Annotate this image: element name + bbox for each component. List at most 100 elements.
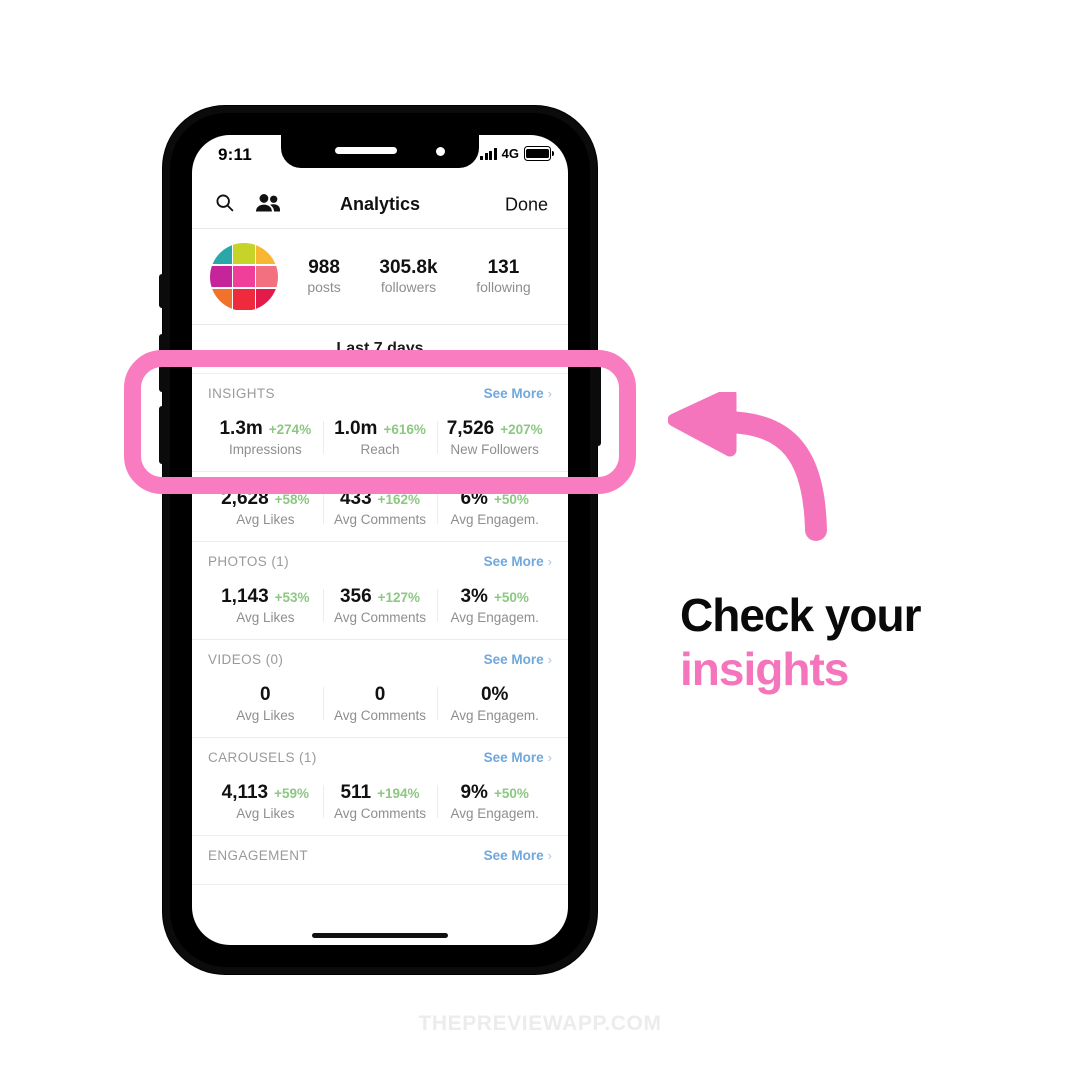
see-more-link-insights[interactable]: See More ›: [484, 386, 552, 401]
metric-delta: +59%: [274, 786, 310, 801]
period-selector[interactable]: Last 7 days: [192, 325, 568, 374]
metric-insights-1: 1.0m +616% Reach: [322, 418, 438, 457]
section-header-videos: VIDEOS (0) See More ›: [208, 640, 552, 678]
avatar-cell-5: [256, 265, 278, 288]
chevron-right-icon: ›: [547, 749, 552, 765]
see-more-label: See More: [483, 749, 544, 765]
section-photos: PHOTOS (1) See More › 1,143 +53% Avg Likes 356…: [192, 542, 568, 640]
metric-value: 0: [374, 684, 386, 705]
see-more-link-engagement[interactable]: See More ›: [484, 848, 552, 863]
metric-delta: +162%: [377, 492, 421, 507]
section-title: CAROUSELS (1): [208, 749, 317, 765]
section-insights: INSIGHTS See More › 1.3m +274% Impressions 1.0…: [192, 374, 568, 472]
phone-volume-down-button[interactable]: [159, 406, 165, 464]
metric-value: 511: [340, 782, 372, 803]
section-title: PHOTOS (1): [208, 553, 290, 569]
metric-videos-1: 0 Avg Comments: [322, 684, 438, 723]
metric-top: 0%: [441, 684, 548, 706]
profile-stat-label: posts: [307, 278, 341, 295]
section-header-photos: PHOTOS (1) See More ›: [208, 542, 552, 580]
metric-delta: +207%: [500, 422, 543, 437]
metric-label: Avg Likes: [236, 708, 295, 723]
metric-photos-2: 3% +50% Avg Engagem.: [437, 586, 552, 625]
see-more-label: See More: [483, 385, 544, 401]
metric-top: 433 +162%: [327, 488, 434, 510]
metric-label: Avg Comments: [333, 708, 427, 723]
see-more-label: See More: [483, 651, 544, 667]
profile-stat-value: 305.8k: [379, 256, 438, 278]
metric-row-photos: 1,143 +53% Avg Likes 356 +127% Avg Comments 3%…: [208, 580, 552, 629]
section-header-insights: INSIGHTS See More ›: [208, 374, 552, 412]
metric-label: Avg Comments: [333, 610, 427, 625]
section-header-engagement: ENGAGEMENT See More ›: [208, 836, 552, 874]
metric-value: 0: [260, 684, 271, 705]
metric-label: Avg Likes: [236, 610, 295, 625]
profile-summary: 988 posts 305.8k followers 131 following: [192, 229, 568, 325]
metric-label: Reach: [360, 442, 400, 457]
metric-videos-2: 0% Avg Engagem.: [437, 684, 552, 723]
analytics-sections: INSIGHTS See More › 1.3m +274% Impressions 1.0…: [192, 374, 568, 885]
status-time: 9:11: [218, 145, 252, 164]
metric-label: Avg Engagem.: [450, 806, 539, 821]
metric-top: 0: [212, 684, 319, 706]
metric-delta: +50%: [493, 590, 529, 605]
section-title: ENGAGEMENT: [208, 847, 309, 863]
see-more-link-videos[interactable]: See More ›: [484, 652, 552, 667]
front-camera: [436, 147, 445, 156]
metric-value: 1.3m: [219, 418, 263, 439]
metric-top: 3% +50%: [441, 586, 548, 608]
metric-value: 2,628: [221, 488, 269, 509]
caption-block: Check your insights: [680, 588, 1020, 697]
phone-mute-switch[interactable]: [159, 274, 165, 308]
chevron-right-icon: ›: [547, 651, 552, 667]
metric-top: 1,143 +53%: [212, 586, 319, 608]
avatar-cell-6: [210, 288, 232, 311]
earpiece-speaker: [335, 147, 397, 154]
profile-stats: 988 posts 305.8k followers 131 following: [278, 257, 550, 296]
metric-top: 9% +50%: [441, 782, 548, 804]
metric-row-overall-averages: 2,628 +58% Avg Likes 433 +162% Avg Comments 6%…: [208, 482, 552, 531]
metric-label: Avg Comments: [333, 512, 427, 527]
metric-top: 6% +50%: [441, 488, 548, 510]
profile-stat-followers[interactable]: 305.8k followers: [379, 257, 437, 296]
metric-photos-0: 1,143 +53% Avg Likes: [208, 586, 323, 625]
status-right-cluster: 4G: [480, 146, 554, 161]
curved-arrow-icon: [667, 387, 848, 542]
see-more-link-carousels[interactable]: See More ›: [484, 750, 552, 765]
metric-label: Avg Likes: [236, 512, 295, 527]
metric-delta: +53%: [274, 590, 310, 605]
metric-label: New Followers: [450, 442, 539, 457]
section-overall-averages: 2,628 +58% Avg Likes 433 +162% Avg Comments 6%…: [192, 472, 568, 542]
metric-value: 7,526: [446, 418, 495, 439]
metric-label: Avg Comments: [333, 806, 427, 821]
see-more-label: See More: [483, 553, 544, 569]
metric-top: 356 +127%: [327, 586, 434, 608]
metric-top: 7,526 +207%: [441, 418, 548, 440]
metric-value: 356: [339, 586, 372, 607]
home-indicator[interactable]: [312, 933, 448, 938]
metric-insights-0: 1.3m +274% Impressions: [208, 418, 323, 457]
profile-stat-following[interactable]: 131 following: [476, 257, 530, 296]
metric-value: 6%: [460, 488, 488, 509]
see-more-link-photos[interactable]: See More ›: [484, 554, 552, 569]
metric-overall-averages-2: 6% +50% Avg Engagem.: [437, 488, 552, 527]
avatar-cell-0: [210, 242, 232, 265]
metric-delta: +50%: [493, 786, 529, 801]
battery-full-icon: [524, 146, 554, 161]
section-header-carousels: CAROUSELS (1) See More ›: [208, 738, 552, 776]
profile-stat-posts[interactable]: 988 posts: [307, 257, 340, 296]
phone-volume-up-button[interactable]: [159, 334, 165, 392]
canvas: 9:11 4G Analytics Done 988 posts 305.8k …: [0, 0, 1080, 1080]
metric-delta: +274%: [268, 422, 312, 437]
done-button[interactable]: Done: [505, 194, 548, 215]
metric-value: 4,113: [221, 782, 269, 803]
section-title: VIDEOS (0): [208, 651, 284, 667]
metric-value: 1,143: [221, 586, 269, 607]
section-engagement: ENGAGEMENT See More ›: [192, 836, 568, 885]
metric-carousels-0: 4,113 +59% Avg Likes: [208, 782, 323, 821]
metric-label: Avg Engagem.: [450, 610, 539, 625]
phone-power-button[interactable]: [595, 354, 601, 446]
metric-top: 0: [327, 684, 434, 706]
profile-stat-value: 988: [308, 256, 340, 278]
profile-avatar-grid[interactable]: [210, 242, 278, 311]
